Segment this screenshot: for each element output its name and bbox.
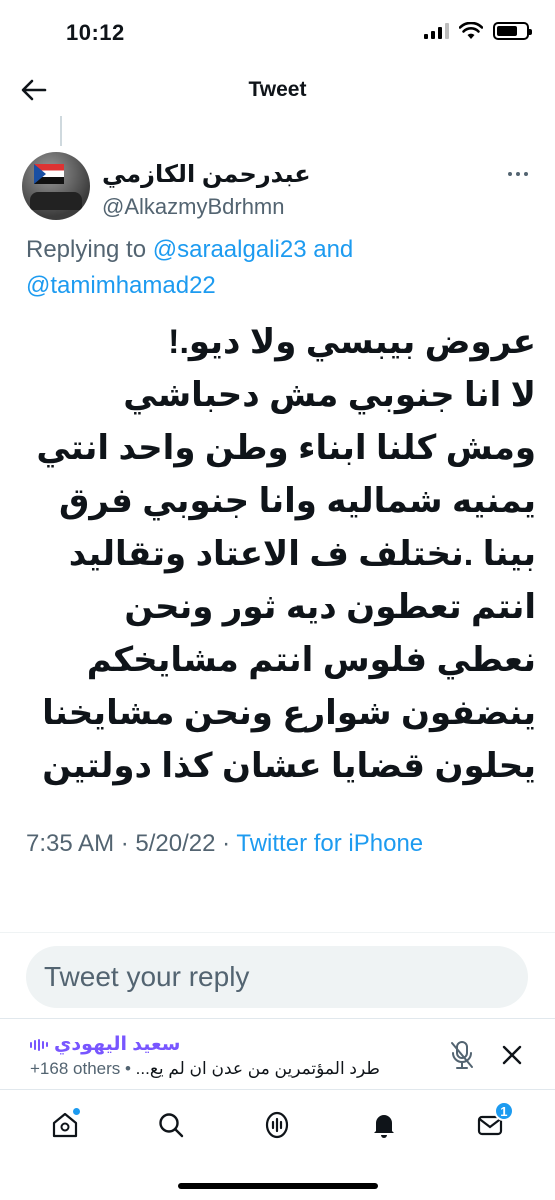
- replying-prefix: Replying to: [26, 236, 147, 263]
- space-dock[interactable]: سعيد اليهودي +168 others • طرد المؤتمرين…: [0, 1018, 555, 1090]
- tab-messages[interactable]: 1: [466, 1101, 514, 1149]
- space-title-row: سعيد اليهودي: [30, 1033, 180, 1056]
- space-listeners: +168 others: [30, 1059, 121, 1078]
- tab-spaces[interactable]: [253, 1101, 301, 1149]
- meta-separator: ·: [120, 830, 136, 857]
- replying-to: Replying to @saraalgali23 and @tamimhama…: [26, 232, 526, 304]
- thread-connector-line: [60, 116, 62, 146]
- space-host: سعيد اليهودي: [54, 1034, 181, 1055]
- status-time: 10:12: [66, 20, 125, 45]
- tweet-date[interactable]: 5/20/22: [135, 830, 215, 857]
- tab-notifications[interactable]: [360, 1101, 408, 1149]
- top-nav: Tweet: [0, 64, 555, 116]
- tweet-text: عروض بيبسي ولا ديو.! لا انا جنوبي مش دحب…: [36, 323, 536, 785]
- replying-conjunction[interactable]: and: [313, 236, 353, 263]
- search-icon: [159, 1113, 184, 1138]
- bell-icon: [373, 1115, 394, 1138]
- battery-icon: [493, 22, 532, 40]
- reply-box[interactable]: [26, 946, 528, 1008]
- tweet-author-row: عبدرحمن الكازمي @AlkazmyBdrhmn: [22, 152, 533, 222]
- home-notification-dot: [72, 1107, 82, 1116]
- author-display-name[interactable]: عبدرحمن الكازمي: [102, 160, 311, 189]
- mention-link[interactable]: @saraalgali23: [153, 236, 307, 263]
- tweet-source[interactable]: Twitter for iPhone: [236, 830, 423, 857]
- close-button[interactable]: [496, 1039, 528, 1071]
- page-title: Tweet: [248, 78, 307, 101]
- tab-bar: 1: [0, 1094, 555, 1156]
- status-bar: 10:12: [0, 0, 555, 64]
- status-icons: [424, 22, 532, 40]
- divider: [0, 932, 555, 933]
- tab-search[interactable]: [147, 1101, 195, 1149]
- tweet-meta: 7:35 AM · 5/20/22 · Twitter for iPhone: [26, 826, 526, 862]
- meta-separator: ·: [222, 830, 237, 857]
- author-handle[interactable]: @AlkazmyBdrhmn: [102, 194, 285, 220]
- flag-image: [34, 164, 64, 184]
- more-icon[interactable]: [503, 164, 533, 184]
- wifi-icon: [459, 22, 483, 39]
- tab-home[interactable]: [41, 1101, 89, 1149]
- home-indicator: [178, 1183, 378, 1189]
- space-subtitle: +168 others • طرد المؤتمرين من عدن ان لم…: [30, 1059, 380, 1078]
- messages-badge: 1: [493, 1101, 514, 1121]
- mention-link[interactable]: @tamimhamad22: [26, 272, 216, 299]
- audio-wave-icon: [30, 1038, 48, 1051]
- spaces-icon: [266, 1111, 289, 1139]
- close-icon: [502, 1045, 522, 1065]
- mic-button[interactable]: [444, 1037, 480, 1073]
- cellular-signal-icon: [424, 23, 449, 39]
- avatar[interactable]: [22, 152, 90, 220]
- reply-input[interactable]: [26, 946, 528, 1008]
- tweet-time[interactable]: 7:35 AM: [26, 830, 114, 857]
- avatar-figure: [30, 192, 82, 210]
- space-topic: طرد المؤتمرين من عدن ان لم يع...: [135, 1059, 380, 1078]
- mic-muted-icon: [451, 1041, 473, 1069]
